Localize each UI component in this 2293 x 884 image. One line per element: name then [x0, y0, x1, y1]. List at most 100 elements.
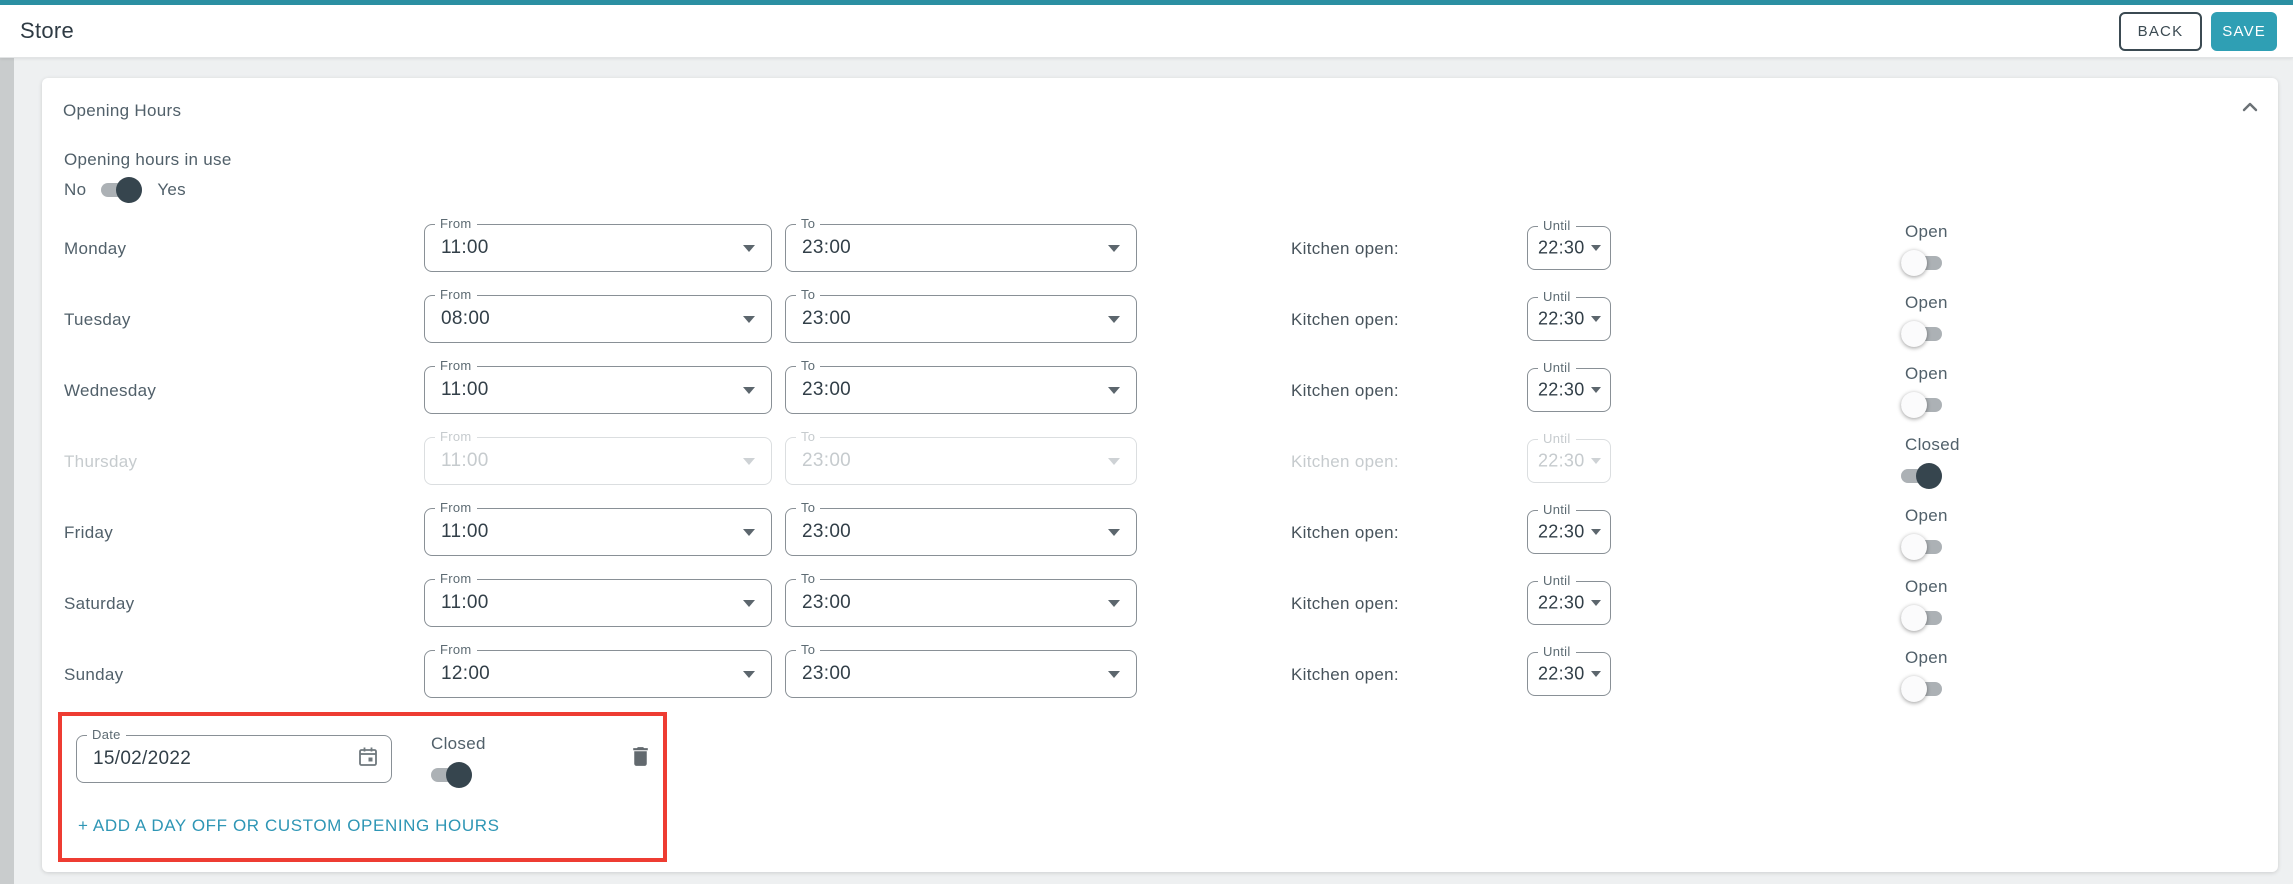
- toggle-knob: [1901, 676, 1927, 702]
- caret-down-icon: [1108, 316, 1120, 323]
- day-off-closed-toggle[interactable]: [431, 762, 472, 788]
- day-row: Friday From 11:00 To 23:00 Kitchen open:…: [42, 497, 2278, 568]
- day-row: Wednesday From 11:00 To 23:00 Kitchen op…: [42, 355, 2278, 426]
- from-time-select[interactable]: From 11:00: [424, 224, 772, 272]
- from-time-select[interactable]: From 12:00: [424, 650, 772, 698]
- opening-hours-in-use-toggle[interactable]: [101, 177, 142, 203]
- from-field-label: From: [435, 216, 477, 232]
- to-time-select[interactable]: To 23:00: [785, 224, 1137, 272]
- kitchen-until-value: 22:30: [1538, 238, 1585, 259]
- toggle-knob: [1901, 534, 1927, 560]
- day-open-toggle[interactable]: [1901, 534, 1942, 560]
- day-open-toggle[interactable]: [1901, 392, 1942, 418]
- kitchen-until-select[interactable]: Until 22:30: [1527, 581, 1611, 625]
- toggle-knob: [116, 177, 142, 203]
- day-open-toggle[interactable]: [1901, 321, 1942, 347]
- from-field-label: From: [435, 429, 477, 445]
- caret-down-icon: [1591, 458, 1601, 464]
- day-status-label: Open: [1905, 364, 1948, 384]
- to-time-select[interactable]: To 23:00: [785, 650, 1137, 698]
- day-status-block: Open: [1901, 577, 1948, 636]
- to-field-label: To: [796, 358, 820, 374]
- caret-down-icon: [1108, 387, 1120, 394]
- from-field-label: From: [435, 500, 477, 516]
- caret-down-icon: [1591, 529, 1601, 535]
- day-open-toggle[interactable]: [1901, 463, 1942, 489]
- kitchen-until-select[interactable]: Until 22:30: [1527, 439, 1611, 483]
- from-time-select[interactable]: From 11:00: [424, 508, 772, 556]
- day-status-block: Open: [1901, 506, 1948, 565]
- delete-day-off-button[interactable]: [625, 743, 655, 773]
- page-header: Store BACK SAVE: [0, 5, 2293, 58]
- kitchen-until-select[interactable]: Until 22:30: [1527, 297, 1611, 341]
- kitchen-open-label: Kitchen open:: [1291, 452, 1399, 472]
- caret-down-icon: [743, 387, 755, 394]
- to-time-value: 23:00: [802, 663, 851, 685]
- caret-down-icon: [743, 529, 755, 536]
- to-time-value: 23:00: [802, 379, 851, 401]
- day-label: Wednesday: [64, 381, 156, 401]
- caret-down-icon: [1108, 671, 1120, 678]
- day-label: Sunday: [64, 665, 123, 685]
- from-time-select[interactable]: From 11:00: [424, 579, 772, 627]
- collapse-section-button[interactable]: [2236, 94, 2264, 122]
- add-day-off-link[interactable]: + ADD A DAY OFF OR CUSTOM OPENING HOURS: [78, 816, 500, 836]
- to-time-select[interactable]: To 23:00: [785, 366, 1137, 414]
- back-button[interactable]: BACK: [2119, 12, 2203, 51]
- caret-down-icon: [1108, 458, 1120, 465]
- to-field-label: To: [796, 500, 820, 516]
- kitchen-open-label: Kitchen open:: [1291, 523, 1399, 543]
- to-time-value: 23:00: [802, 592, 851, 614]
- from-time-value: 11:00: [441, 521, 489, 543]
- toggle-knob: [1901, 321, 1927, 347]
- kitchen-until-select[interactable]: Until 22:30: [1527, 652, 1611, 696]
- day-label: Friday: [64, 523, 113, 543]
- day-row: Saturday From 11:00 To 23:00 Kitchen ope…: [42, 568, 2278, 639]
- date-field-label: Date: [87, 727, 126, 743]
- kitchen-until-select[interactable]: Until 22:30: [1527, 226, 1611, 270]
- calendar-icon[interactable]: [356, 745, 380, 774]
- day-row: Tuesday From 08:00 To 23:00 Kitchen open…: [42, 284, 2278, 355]
- header-actions: BACK SAVE: [2119, 12, 2277, 51]
- day-status-label: Open: [1905, 577, 1948, 597]
- day-open-toggle[interactable]: [1901, 250, 1942, 276]
- to-time-value: 23:00: [802, 308, 851, 330]
- from-time-select[interactable]: From 11:00: [424, 437, 772, 485]
- save-button[interactable]: SAVE: [2211, 12, 2277, 51]
- kitchen-until-select[interactable]: Until 22:30: [1527, 510, 1611, 554]
- caret-down-icon: [743, 316, 755, 323]
- toggle-no-label: No: [64, 180, 86, 200]
- opening-hours-card: Opening Hours Opening hours in use No Ye…: [42, 78, 2278, 872]
- to-time-select[interactable]: To 23:00: [785, 579, 1137, 627]
- page-title: Store: [20, 18, 74, 44]
- date-value: 15/02/2022: [93, 748, 191, 770]
- toggle-knob: [1901, 605, 1927, 631]
- until-field-label: Until: [1538, 644, 1576, 660]
- day-open-toggle[interactable]: [1901, 605, 1942, 631]
- kitchen-until-select[interactable]: Until 22:30: [1527, 368, 1611, 412]
- caret-down-icon: [1108, 529, 1120, 536]
- left-edge-strip: [0, 58, 14, 884]
- kitchen-open-label: Kitchen open:: [1291, 381, 1399, 401]
- day-status-block: Open: [1901, 222, 1948, 281]
- from-field-label: From: [435, 287, 477, 303]
- section-title: Opening Hours: [63, 101, 181, 121]
- toggle-knob: [446, 762, 472, 788]
- from-field-label: From: [435, 642, 477, 658]
- top-accent-bar: [0, 0, 2293, 5]
- to-time-select[interactable]: To 23:00: [785, 295, 1137, 343]
- caret-down-icon: [743, 600, 755, 607]
- from-field-label: From: [435, 358, 477, 374]
- day-open-toggle[interactable]: [1901, 676, 1942, 702]
- toggle-knob: [1901, 250, 1927, 276]
- date-input[interactable]: Date 15/02/2022: [76, 735, 392, 783]
- from-time-select[interactable]: From 08:00: [424, 295, 772, 343]
- until-field-label: Until: [1538, 573, 1576, 589]
- from-time-select[interactable]: From 11:00: [424, 366, 772, 414]
- to-field-label: To: [796, 642, 820, 658]
- caret-down-icon: [1591, 671, 1601, 677]
- to-time-select[interactable]: To 23:00: [785, 437, 1137, 485]
- toggle-knob: [1901, 392, 1927, 418]
- to-time-select[interactable]: To 23:00: [785, 508, 1137, 556]
- trash-icon: [628, 757, 653, 772]
